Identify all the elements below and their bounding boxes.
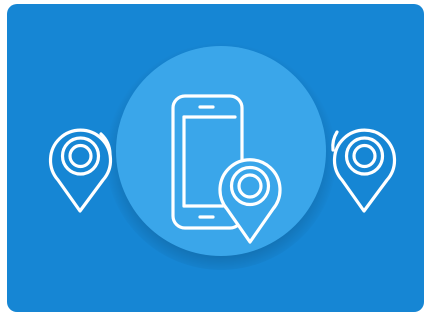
map-pin-icon — [331, 128, 397, 213]
location-illustration — [48, 38, 397, 270]
center-circle — [116, 46, 326, 256]
map-pin-icon — [48, 128, 113, 213]
location-card — [7, 4, 424, 312]
